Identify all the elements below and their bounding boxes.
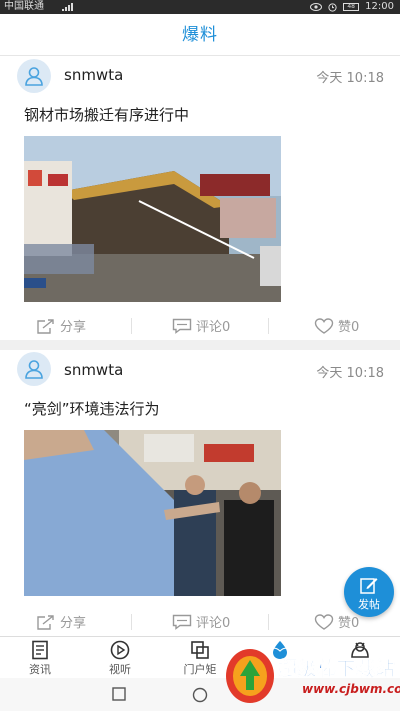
- share-label: 分享: [60, 616, 87, 631]
- post-username[interactable]: snmwta: [64, 66, 123, 84]
- post-feed[interactable]: snmwta 今天 10:18 钢材市场搬迁有序进行中 分享 评论0 赞0 sn…: [0, 56, 400, 636]
- comment-label: 评论0: [196, 320, 231, 335]
- watermark-url: www.cjbwm.com: [302, 682, 400, 696]
- divider: [268, 318, 269, 334]
- tab-label: 视听: [109, 663, 131, 676]
- comment-button[interactable]: 评论0: [172, 612, 230, 631]
- portal-icon: [191, 641, 209, 659]
- post-image-enforcement[interactable]: [24, 430, 281, 596]
- alarm-icon: [328, 2, 337, 12]
- share-button[interactable]: 分享: [36, 316, 86, 335]
- like-label: 赞0: [338, 320, 360, 335]
- status-bar: 中国联通 48 12:00: [0, 0, 400, 14]
- share-button[interactable]: 分享: [36, 612, 86, 631]
- heart-icon: [314, 613, 334, 630]
- post-actions: 分享 评论0 赞0: [0, 310, 400, 342]
- watermark-title: 超级棒下载站: [278, 658, 396, 681]
- like-button[interactable]: 赞0: [314, 316, 359, 335]
- share-label: 分享: [60, 320, 87, 335]
- recent-apps-icon[interactable]: [112, 687, 126, 701]
- tab-news[interactable]: 资讯: [0, 637, 80, 679]
- post-time: 今天 10:18: [316, 71, 384, 86]
- post-time: 今天 10:18: [316, 366, 384, 381]
- divider: [268, 614, 269, 630]
- user-icon: [25, 67, 43, 86]
- battery-icon: 48: [343, 3, 360, 11]
- post-username[interactable]: snmwta: [64, 361, 123, 379]
- like-label: 赞0: [338, 616, 360, 631]
- comment-icon: [172, 614, 192, 630]
- tab-label: 门户矩: [183, 663, 217, 676]
- tab-label: 资讯: [29, 663, 51, 676]
- enforcement-photo: [24, 430, 281, 596]
- edit-icon: [360, 578, 378, 594]
- share-icon: [37, 614, 54, 630]
- new-post-label: 发帖: [358, 598, 380, 611]
- steel-market-photo: [24, 136, 281, 302]
- carrier-label: 中国联通: [4, 1, 44, 12]
- divider: [131, 318, 132, 334]
- like-button[interactable]: 赞0: [314, 612, 359, 631]
- site-watermark: 超级棒下载站 www.cjbwm.com: [222, 644, 400, 708]
- comment-icon: [172, 318, 192, 334]
- post-card[interactable]: snmwta 今天 10:18 “亮剑”环境违法行为 分享 评论0 赞0: [0, 350, 400, 636]
- home-icon[interactable]: [192, 687, 208, 703]
- post-title[interactable]: “亮剑”环境违法行为: [24, 398, 160, 419]
- avatar[interactable]: [17, 59, 51, 93]
- signal-icon: [62, 3, 73, 11]
- share-icon: [37, 318, 54, 334]
- divider: [131, 614, 132, 630]
- post-image-steel-market[interactable]: [24, 136, 281, 302]
- comment-label: 评论0: [196, 616, 231, 631]
- play-icon: [110, 640, 130, 660]
- avatar[interactable]: [17, 352, 51, 386]
- page-title: 爆料: [182, 25, 218, 45]
- news-icon: [32, 640, 48, 660]
- clock: 12:00: [365, 1, 394, 12]
- app-header: 爆料: [0, 14, 400, 56]
- post-title[interactable]: 钢材市场搬迁有序进行中: [24, 104, 189, 125]
- new-post-button[interactable]: 发帖: [344, 567, 394, 617]
- user-icon: [25, 360, 43, 379]
- comment-button[interactable]: 评论0: [172, 316, 230, 335]
- post-actions: 分享 评论0 赞0: [0, 606, 400, 636]
- eye-icon: [310, 3, 323, 11]
- tab-media[interactable]: 视听: [80, 637, 160, 679]
- post-card[interactable]: snmwta 今天 10:18 钢材市场搬迁有序进行中 分享 评论0 赞0: [0, 56, 400, 340]
- watermark-logo: [226, 649, 274, 703]
- heart-icon: [314, 317, 334, 334]
